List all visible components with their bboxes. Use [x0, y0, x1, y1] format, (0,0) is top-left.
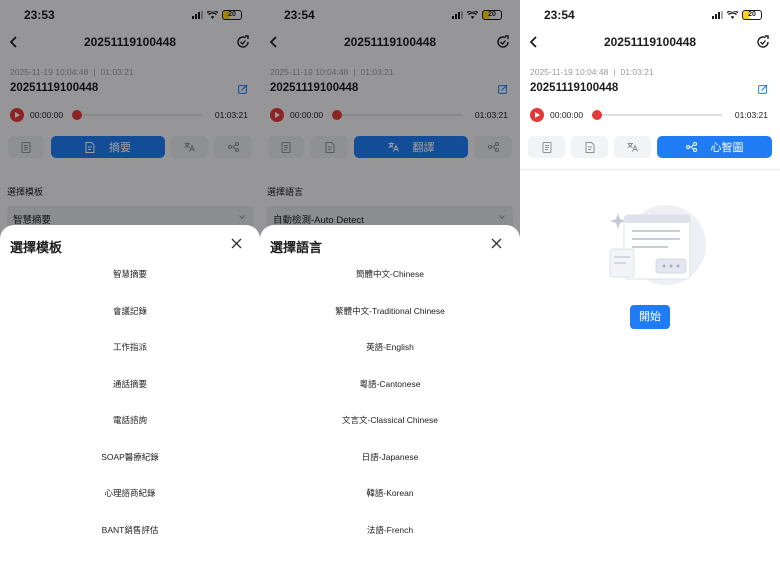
battery-icon: 20 — [742, 10, 762, 20]
status-time: 23:54 — [544, 8, 575, 22]
refresh-check-icon[interactable] — [756, 35, 770, 49]
transcript-icon — [542, 141, 551, 153]
feature-tabs: 心智圖 — [528, 136, 772, 158]
start-button[interactable]: 開始 — [630, 305, 670, 329]
close-icon[interactable] — [231, 238, 242, 249]
sheet-title: 選擇語言 — [270, 240, 323, 255]
screen-mindmap: 23:54 20 20251119100448 2025-11-19 10:04… — [520, 0, 780, 563]
tab-translate[interactable] — [614, 136, 651, 158]
recording-duration: 01:03:21 — [620, 67, 654, 77]
current-time: 00:00:00 — [550, 110, 584, 120]
template-option[interactable]: 智慧摘要 — [0, 261, 260, 287]
tab-mindmap-label: 心智圖 — [710, 142, 744, 154]
language-option[interactable]: 韓語-Korean — [260, 480, 520, 506]
recording-title: 20251119100448 — [530, 82, 619, 94]
summary-icon — [585, 141, 594, 153]
language-option[interactable]: 繁體中文-Traditional Chinese — [260, 298, 520, 324]
language-option[interactable]: 日語-Japanese — [260, 444, 520, 470]
audio-player: 00:00:00 01:03:21 — [530, 107, 768, 123]
template-option[interactable]: 工作指派 — [0, 334, 260, 360]
template-option[interactable]: 會議記錄 — [0, 298, 260, 324]
mindmap-icon — [685, 142, 697, 152]
status-bar: 23:54 20 — [520, 0, 780, 30]
nav-bar: 20251119100448 — [520, 30, 780, 54]
template-option[interactable]: 電話諮詢 — [0, 407, 260, 433]
empty-state-illustration — [609, 205, 706, 285]
language-option[interactable]: 簡體中文-Chinese — [260, 261, 520, 287]
progress-knob[interactable] — [592, 110, 602, 120]
wifi-icon — [727, 11, 738, 19]
status-icons: 20 — [712, 10, 762, 20]
meta-separator: | — [613, 67, 616, 77]
sheet-title: 選擇模板 — [10, 240, 63, 255]
language-option[interactable]: 文言文-Classical Chinese — [260, 407, 520, 433]
tab-mindmap[interactable]: 心智圖 — [657, 136, 772, 158]
language-bottom-sheet: 選擇語言 簡體中文-Chinese 繁體中文-Traditional Chine… — [260, 225, 520, 563]
translate-icon — [627, 142, 638, 152]
recording-date: 2025-11-19 10:04:48 — [530, 67, 609, 77]
template-option[interactable]: SOAP醫療紀錄 — [0, 444, 260, 470]
template-option[interactable]: 心理諮商紀錄 — [0, 480, 260, 506]
cellular-signal-icon — [712, 11, 723, 19]
language-option[interactable]: 英語-English — [260, 334, 520, 360]
screen-template-picker: 23:53 20 20251119100448 2025-11-19 10:04… — [0, 0, 260, 563]
page-title: 20251119100448 — [603, 35, 697, 49]
language-option[interactable]: 法語-French — [260, 517, 520, 543]
language-option[interactable]: 粵語-Cantonese — [260, 371, 520, 397]
total-time: 01:03:21 — [734, 110, 768, 120]
divider — [520, 169, 780, 170]
tab-transcript[interactable] — [528, 136, 565, 158]
template-option[interactable]: BANT銷售評估 — [0, 517, 260, 543]
tab-summary[interactable] — [571, 136, 608, 158]
template-bottom-sheet: 選擇模板 智慧摘要 會議記錄 工作指派 通話摘要 電話諮詢 SOAP醫療紀錄 心… — [0, 225, 260, 563]
progress-track[interactable] — [596, 114, 722, 116]
close-icon[interactable] — [491, 238, 502, 249]
screen-language-picker: 23:54 20 20251119100448 2025-11-19 10:04… — [260, 0, 520, 563]
recording-meta: 2025-11-19 10:04:48 | 01:03:21 — [530, 67, 654, 77]
template-option[interactable]: 通話摘要 — [0, 371, 260, 397]
play-icon[interactable] — [530, 108, 544, 122]
edit-square-icon[interactable] — [758, 84, 768, 94]
